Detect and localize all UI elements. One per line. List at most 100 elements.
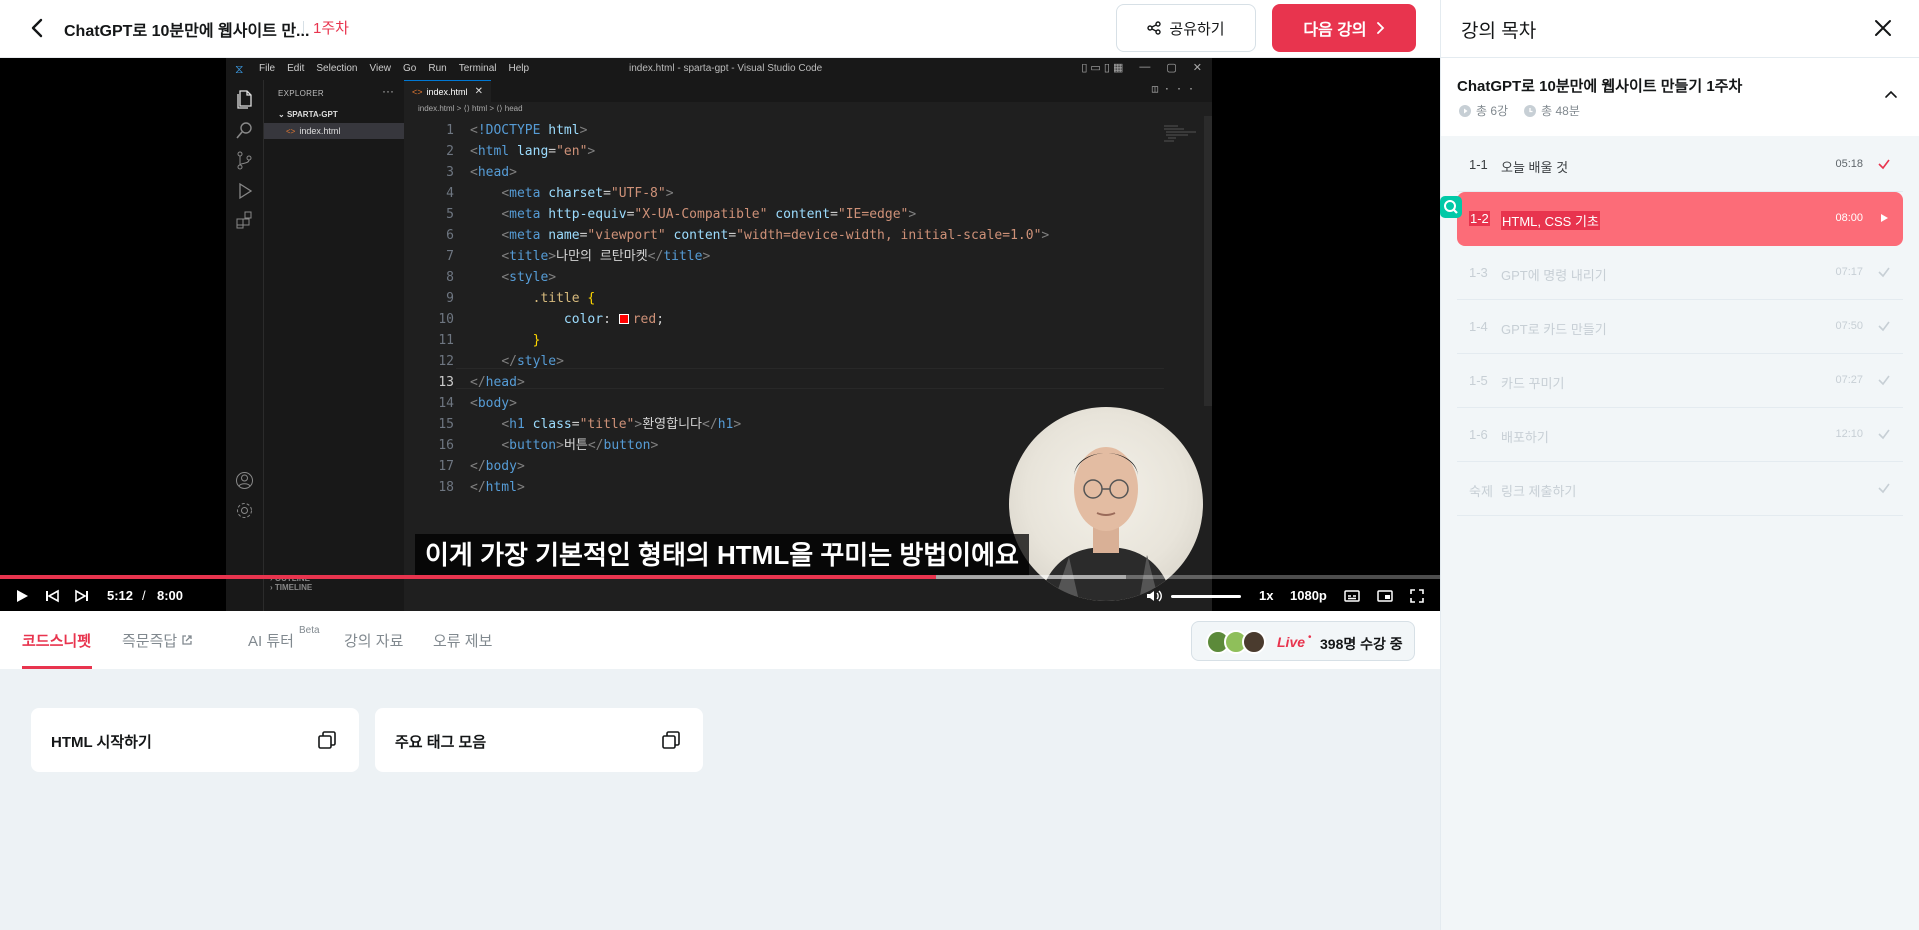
lesson-name: GPT에 명령 내리기 (1501, 268, 1607, 283)
pip-icon[interactable] (1376, 587, 1394, 605)
folder-item: ⌄ SPARTA-GPT (278, 110, 338, 119)
video-subtitle: 이게 가장 기본적인 형태의 HTML을 꾸미는 방법이에요 (415, 534, 1029, 576)
skip-back-icon[interactable] (43, 587, 61, 605)
vscode-menu-item: Selection (316, 63, 358, 74)
editor-scrollbar (1204, 116, 1212, 406)
line-number: 12 (438, 354, 454, 369)
time-separator: / (142, 588, 146, 603)
lesson-number: 숙제 (1469, 484, 1493, 499)
settings-gear-icon (237, 503, 252, 518)
code-text: </html> (470, 480, 525, 495)
copy-icon[interactable] (317, 730, 337, 750)
tab-ai-tutor[interactable]: AI 튜터 (248, 630, 294, 651)
lesson-name: 카드 꾸미기 (1501, 376, 1565, 391)
live-viewers[interactable]: Live • 398명 수강 중 (1191, 621, 1415, 661)
lesson-item[interactable]: 1-2 HTML, CSS 기초 08:00 (1457, 192, 1903, 246)
snippet-card[interactable]: 주요 태그 모음 (375, 708, 703, 772)
next-lecture-button[interactable]: 다음 강의 (1272, 4, 1416, 52)
html-file-icon: <> (286, 127, 296, 136)
lesson-item[interactable]: 숙제 링크 제출하기 (1457, 462, 1903, 516)
lesson-item[interactable]: 1-4 GPT로 카드 만들기 07:50 (1457, 300, 1903, 354)
chevron-right-icon (1376, 22, 1384, 34)
vscode-menu-item: Help (508, 63, 530, 74)
lesson-name: 배포하기 (1501, 430, 1549, 445)
fullscreen-icon[interactable] (1408, 587, 1426, 605)
share-label: 공유하기 (1169, 20, 1225, 38)
tab-qna[interactable]: 즉문즉답 (122, 630, 193, 651)
file-item: <> index.html (264, 123, 404, 139)
week-badge: 1주차 (303, 17, 349, 38)
volume-slider[interactable] (1171, 595, 1241, 598)
course-summary[interactable]: ChatGPT로 10분만에 웹사이트 만들기 1주차 총 6강 총 48분 (1441, 58, 1919, 136)
line-number: 1 (446, 123, 454, 138)
tab-materials[interactable]: 강의 자료 (344, 630, 403, 651)
lesson-name: 링크 제출하기 (1501, 484, 1577, 499)
lesson-item[interactable]: 1-6 배포하기 12:10 (1457, 408, 1903, 462)
line-number: 2 (446, 144, 454, 159)
lesson-item[interactable]: 1-5 카드 꾸미기 07:27 (1457, 354, 1903, 408)
panel-title: 강의 목차 (1461, 21, 1537, 42)
line-number: 6 (446, 228, 454, 243)
lesson-number: 1-3 (1469, 265, 1488, 280)
vscode-logo-icon: ⧖ (235, 62, 244, 76)
tab-name: index.html (426, 87, 468, 97)
next-lecture-label: 다음 강의 (1303, 22, 1367, 39)
minimap (1164, 125, 1196, 142)
files-icon (237, 90, 252, 109)
line-number: 9 (446, 291, 454, 306)
code-text: <title>나만의 르탄마켓</title> (501, 249, 711, 264)
quality-selector[interactable]: 1080p (1290, 588, 1327, 603)
current-time: 5:12 (107, 588, 134, 603)
code-text: </style> (501, 354, 564, 369)
chevron-up-icon[interactable] (1883, 86, 1899, 102)
line-number: 5 (446, 207, 454, 222)
line-number: 3 (446, 165, 454, 180)
duration: 8:00 (157, 588, 184, 603)
lesson-name: GPT로 카드 만들기 (1501, 322, 1607, 337)
share-button[interactable]: 공유하기 (1116, 4, 1256, 52)
avatar (1242, 630, 1266, 654)
curriculum-panel: 강의 목차 ChatGPT로 10분만에 웹사이트 만들기 1주차 총 6강 총… (1440, 0, 1919, 930)
minimize-icon: — (1139, 61, 1151, 73)
course-title: ChatGPT로 10분만에 웹사이트 만... (64, 23, 310, 40)
explorer-heading: EXPLORER (278, 89, 324, 98)
volume-icon[interactable] (1145, 587, 1163, 605)
code-text: <!DOCTYPE html> (470, 123, 588, 138)
snippet-card[interactable]: HTML 시작하기 (31, 708, 359, 772)
code-text: <html lang="en"> (470, 144, 596, 159)
line-number: 17 (438, 459, 454, 474)
lesson-duration: 07:27 (1835, 374, 1863, 386)
tab-qna-label: 즉문즉답 (122, 633, 178, 650)
vscode-titlebar: ⧖ File Edit Selection View Go Run Terminal Help… (226, 58, 1212, 80)
vscode-activity-bar (226, 80, 263, 611)
vscode-explorer: EXPLORER ··· ⌄ SPARTA-GPT <> index.html ›… (263, 80, 404, 611)
code-line: 4 <meta charset="UTF-8"> (404, 183, 1164, 204)
code-text: <button>버튼</button> (501, 438, 659, 453)
instructor-image (1039, 447, 1173, 601)
back-arrow-icon[interactable] (24, 14, 52, 42)
vscode-window-title: index.html - sparta-gpt - Visual Studio … (629, 63, 823, 74)
code-line: 12 </style> (404, 351, 1164, 372)
editor-tab: <> index.html ✕ (404, 80, 491, 102)
vscode-menu-item: Run (428, 63, 447, 74)
tab-code-snippet[interactable]: 코드스니펫 (22, 630, 91, 651)
captions-icon[interactable] (1343, 587, 1361, 605)
close-icon[interactable] (1871, 16, 1895, 40)
play-icon[interactable] (13, 587, 31, 605)
lesson-item[interactable]: 1-1 오늘 배울 것 05:18 (1457, 138, 1903, 192)
video-player[interactable]: ⧖ File Edit Selection View Go Run Terminal Help… (0, 58, 1440, 611)
lesson-list: 1-1 오늘 배울 것 05:18 1-2 HTML, CSS 기초 08:00 1-3 GP… (1441, 136, 1919, 930)
search-badge-icon[interactable] (1440, 196, 1462, 218)
check-icon (1878, 321, 1890, 332)
code-text: <head> (470, 165, 517, 180)
skip-forward-icon[interactable] (73, 587, 91, 605)
copy-icon[interactable] (661, 730, 681, 750)
external-link-icon (182, 635, 193, 645)
vscode-menu-item: Terminal (458, 63, 497, 74)
lesson-duration: 12:10 (1835, 428, 1863, 440)
course-summary-title: ChatGPT로 10분만에 웹사이트 만들기 1주차 (1457, 78, 1743, 95)
instructor-webcam (1009, 407, 1203, 601)
tab-error-report[interactable]: 오류 제보 (433, 630, 492, 651)
playback-speed[interactable]: 1x (1259, 588, 1273, 603)
lesson-item[interactable]: 1-3 GPT에 명령 내리기 07:17 (1457, 246, 1903, 300)
